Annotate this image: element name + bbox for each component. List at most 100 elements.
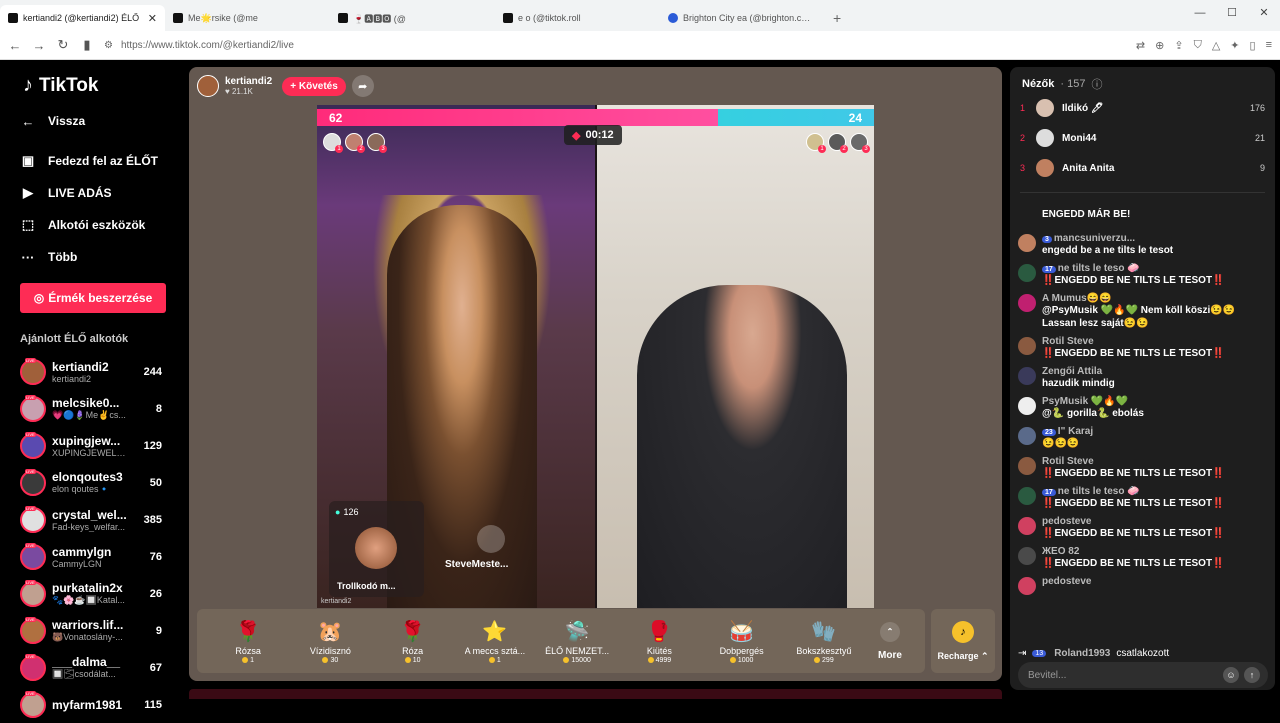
top-viewer-row[interactable]: 3 Anita Anita 9: [1020, 155, 1265, 181]
sidebar-icon[interactable]: ▯: [1250, 39, 1256, 52]
gift-item[interactable]: 🥁 Dobpergés 1000: [701, 619, 783, 664]
more-gifts-button[interactable]: ⌃ More: [865, 621, 915, 661]
chat-avatar[interactable]: [1018, 294, 1036, 312]
gifter-avatar[interactable]: 2: [828, 133, 848, 153]
creator-item[interactable]: LIVE myfarm1981 115: [20, 686, 162, 723]
chat-username-text[interactable]: pedosteve: [1042, 576, 1091, 587]
gift-item[interactable]: 🥊 Kiütés 4999: [618, 619, 700, 664]
recharge-button[interactable]: ♪ Recharge ⌃: [931, 609, 995, 673]
tiktok-logo[interactable]: ♪ TikTok: [23, 74, 162, 97]
chat-avatar[interactable]: [1018, 234, 1036, 252]
chat-avatar[interactable]: [1018, 457, 1036, 475]
chat-username-text[interactable]: ne tilts le teso 🧼: [1058, 486, 1140, 497]
bookmark-icon[interactable]: ▮: [80, 37, 94, 53]
host-avatar[interactable]: [197, 75, 219, 97]
chat-avatar[interactable]: [1018, 264, 1036, 282]
browser-tab[interactable]: Brighton City ea (@brighton.city) ÉLŐ: [660, 5, 825, 31]
browser-tab[interactable]: kertiandi2 (@kertiandi2) ÉLŐ ✕: [0, 5, 165, 31]
new-tab-icon[interactable]: +: [825, 5, 849, 31]
gifter-avatar[interactable]: 1: [323, 133, 343, 153]
chat-username[interactable]: Rotil Steve: [1042, 456, 1225, 467]
sidebar-nav-item[interactable]: ⬚ Alkotói eszközök: [20, 209, 162, 241]
translate-icon[interactable]: ⇄: [1136, 39, 1145, 52]
chat-avatar[interactable]: [1018, 337, 1036, 355]
chat-username-text[interactable]: Rotil Steve: [1042, 456, 1094, 467]
chat-username[interactable]: 23 I" Karaj: [1042, 426, 1093, 437]
gift-item[interactable]: 🧤 Bokszkesztyű 299: [783, 619, 865, 664]
chat-username[interactable]: ЖЕО 82: [1042, 546, 1225, 557]
browser-tab[interactable]: e o (@tiktok.roll: [495, 5, 660, 31]
sidebar-nav-item[interactable]: ▣ Fedezd fel az ÉLŐT: [20, 145, 162, 177]
close-window-icon[interactable]: ✕: [1248, 0, 1280, 26]
chat-username-text[interactable]: ne tilts le teso 🧼: [1058, 263, 1140, 274]
menu-icon[interactable]: ≡: [1266, 39, 1272, 52]
back-arrow-icon[interactable]: ←: [8, 38, 22, 53]
back-link[interactable]: ← Vissza: [20, 105, 162, 137]
tab-close-icon[interactable]: ✕: [148, 12, 157, 25]
url-text[interactable]: https://www.tiktok.com/@kertiandi2/live: [121, 40, 294, 51]
chat-username[interactable]: 17 ne tilts le teso 🧼: [1042, 486, 1225, 497]
sidebar-nav-item[interactable]: ··· Több: [20, 241, 162, 273]
chat-avatar[interactable]: [1018, 397, 1036, 415]
chat-username-text[interactable]: Zengői Attila: [1042, 366, 1102, 377]
get-coins-button[interactable]: ◎ Érmék beszerzése: [20, 283, 166, 313]
creator-item[interactable]: LIVE ___dalma__ 🔲🌫csodálat... 67: [20, 649, 162, 686]
chat-avatar[interactable]: [1018, 367, 1036, 385]
gifter-avatar[interactable]: 1: [806, 133, 826, 153]
chat-avatar[interactable]: [1018, 547, 1036, 565]
puzzle-icon[interactable]: ✦: [1230, 39, 1239, 52]
reload-icon[interactable]: ↻: [56, 37, 70, 53]
chat-username[interactable]: pedosteve: [1042, 576, 1091, 587]
zoom-icon[interactable]: ⊕: [1155, 39, 1164, 52]
joined-name[interactable]: Roland1993: [1054, 648, 1110, 659]
creator-item[interactable]: LIVE xupingjew... XUPINGJEWELR... 129: [20, 427, 162, 464]
chat-username-text[interactable]: PsyMusik 💚🔥💚: [1042, 396, 1128, 407]
share-button[interactable]: ➦: [351, 75, 374, 97]
gifter-avatar[interactable]: 3: [367, 133, 387, 153]
chat-avatar[interactable]: [1018, 487, 1036, 505]
site-settings-icon[interactable]: ⚙: [104, 40, 113, 51]
chat-username[interactable]: A Mumus😄😄: [1042, 293, 1268, 304]
chat-username[interactable]: 3 mancsuniverzu...: [1042, 233, 1173, 244]
gift-item[interactable]: 🌹 Rózsa 1: [207, 619, 289, 664]
chat-avatar[interactable]: [1018, 577, 1036, 595]
creator-item[interactable]: LIVE warriors.lif... 🐻Vonatoslány-... 9: [20, 612, 162, 649]
browser-tab[interactable]: Me🌟rsike (@me: [165, 5, 330, 31]
battle-video[interactable]: 62 24 ◆ 00:12 1 2 3 1 2 3 ● 126 Trollkodó …: [317, 105, 874, 608]
chat-username-text[interactable]: mancsuniverzu...: [1054, 233, 1135, 244]
creator-item[interactable]: LIVE melcsike0... 💗🔵🪻Me✌cs... 8: [20, 390, 162, 427]
chat-avatar[interactable]: [1018, 517, 1036, 535]
shield-icon[interactable]: ⛉: [1194, 39, 1202, 52]
extension-icon[interactable]: △: [1212, 39, 1220, 52]
browser-tab[interactable]: 🍷🅰🅱🅾 (@: [330, 5, 495, 31]
chat-avatar[interactable]: [1018, 209, 1036, 227]
chat-input-placeholder[interactable]: Bevitel...: [1028, 670, 1218, 681]
chat-username-text[interactable]: pedosteve: [1042, 516, 1091, 527]
share-icon[interactable]: ⇪: [1174, 39, 1183, 52]
host-name[interactable]: kertiandi2: [225, 76, 272, 87]
gift-item[interactable]: 🌹 Róza 10: [372, 619, 454, 664]
chat-username-text[interactable]: Rotil Steve: [1042, 336, 1094, 347]
chat-username[interactable]: pedosteve: [1042, 516, 1225, 527]
chat-username[interactable]: PsyMusik 💚🔥💚: [1042, 396, 1144, 407]
info-icon[interactable]: ⓘ: [1091, 76, 1102, 92]
chat-username-text[interactable]: A Mumus😄😄: [1042, 293, 1112, 304]
top-viewer-row[interactable]: 1 Ildikó 🖊 176: [1020, 95, 1265, 121]
send-icon[interactable]: ↑: [1244, 667, 1260, 683]
chat-avatar[interactable]: [1018, 427, 1036, 445]
chat-username[interactable]: Zengői Attila: [1042, 366, 1115, 377]
gifter-avatar[interactable]: 3: [850, 133, 870, 153]
gift-item[interactable]: 🛸 ÉLŐ NEMZET... 15000: [536, 619, 618, 664]
maximize-icon[interactable]: ☐: [1216, 0, 1248, 26]
guest-slot[interactable]: ● 126 Trollkodó m...: [329, 501, 424, 597]
address-bar[interactable]: ⚙ https://www.tiktok.com/@kertiandi2/liv…: [104, 34, 1126, 56]
emoji-icon[interactable]: ☺: [1223, 667, 1239, 683]
gifter-avatar[interactable]: 2: [345, 133, 365, 153]
creator-item[interactable]: LIVE purkatalin2x 🐾🌸☕🔲Katal... 26: [20, 575, 162, 612]
creator-item[interactable]: LIVE crystal_wel... Fad-keys_welfar... 385: [20, 501, 162, 538]
creator-item[interactable]: LIVE cammylgn CammyLGN 76: [20, 538, 162, 575]
gift-item[interactable]: 🐹 Vízidisznó 30: [289, 619, 371, 664]
top-viewer-row[interactable]: 2 Moni44 21: [1020, 125, 1265, 151]
chat-username[interactable]: Rotil Steve: [1042, 336, 1225, 347]
chat-username[interactable]: 17 ne tilts le teso 🧼: [1042, 263, 1225, 274]
